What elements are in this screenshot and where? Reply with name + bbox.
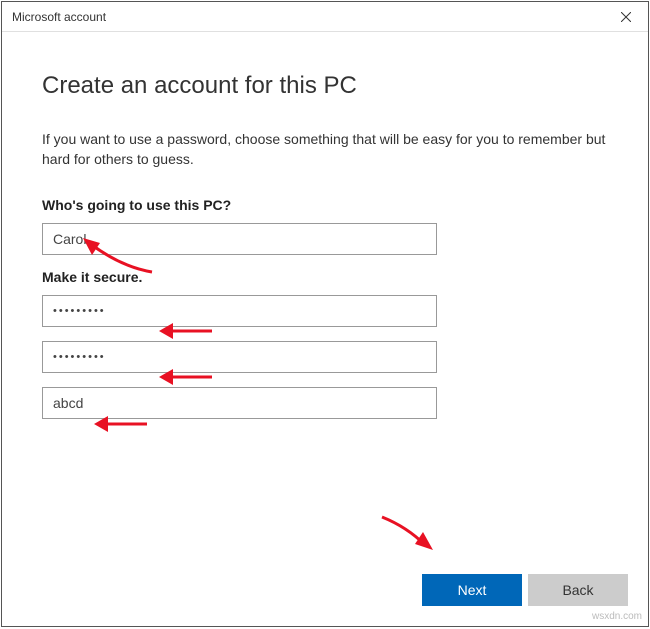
content-area: Create an account for this PC If you wan… <box>2 32 648 574</box>
watermark-text: wsxdn.com <box>592 611 642 622</box>
dialog-window: Microsoft account Create an account for … <box>1 1 649 627</box>
close-button[interactable] <box>603 2 648 32</box>
password-hint-input[interactable] <box>42 387 437 419</box>
titlebar: Microsoft account <box>2 2 648 32</box>
close-icon <box>621 12 631 22</box>
secure-section-label: Make it secure. <box>42 269 608 285</box>
password-input[interactable] <box>42 295 437 327</box>
page-description: If you want to use a password, choose so… <box>42 130 608 169</box>
back-button[interactable]: Back <box>528 574 628 606</box>
page-heading: Create an account for this PC <box>42 72 608 100</box>
username-section-label: Who's going to use this PC? <box>42 197 608 213</box>
annotation-arrow-icon <box>377 512 437 552</box>
footer-buttons: Next Back <box>2 574 648 626</box>
window-title: Microsoft account <box>2 10 603 24</box>
username-input[interactable] <box>42 223 437 255</box>
next-button[interactable]: Next <box>422 574 522 606</box>
confirm-password-input[interactable] <box>42 341 437 373</box>
